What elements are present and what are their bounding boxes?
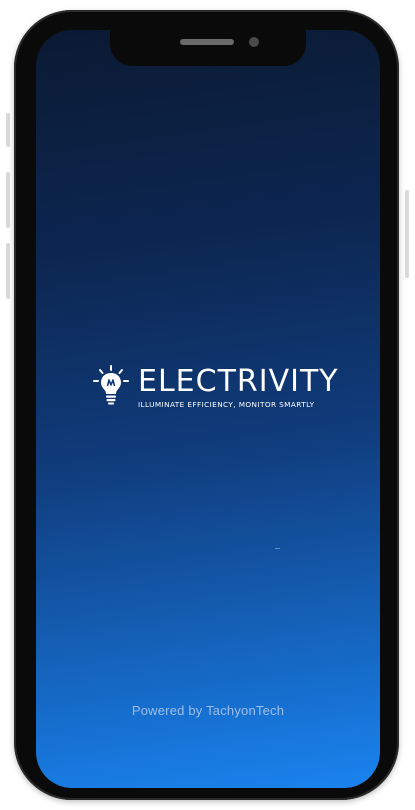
phone-frame: ELECTRIVITY ILLUMINATE EFFICIENCY, MONIT… [14, 10, 399, 800]
volume-down-button [6, 243, 10, 299]
power-button [405, 190, 409, 278]
device-mockup: ELECTRIVITY ILLUMINATE EFFICIENCY, MONIT… [0, 0, 415, 810]
mute-switch [6, 113, 10, 147]
powered-by-text: Powered by TachyonTech [131, 703, 285, 718]
brand-name: ELECTRIVITY [138, 364, 339, 399]
notch [110, 30, 306, 66]
tagline: ILLUMINATE EFFICIENCY, MONITOR SMARTLY [138, 400, 315, 409]
splash-screen: ELECTRIVITY ILLUMINATE EFFICIENCY, MONIT… [36, 30, 380, 788]
app-logo: ELECTRIVITY ILLUMINATE EFFICIENCY, MONIT… [91, 364, 338, 424]
volume-up-button [6, 172, 10, 228]
speaker-grille [180, 39, 234, 45]
front-camera [249, 37, 259, 47]
loading-indicator [275, 548, 280, 549]
lightbulb-icon [93, 365, 129, 405]
